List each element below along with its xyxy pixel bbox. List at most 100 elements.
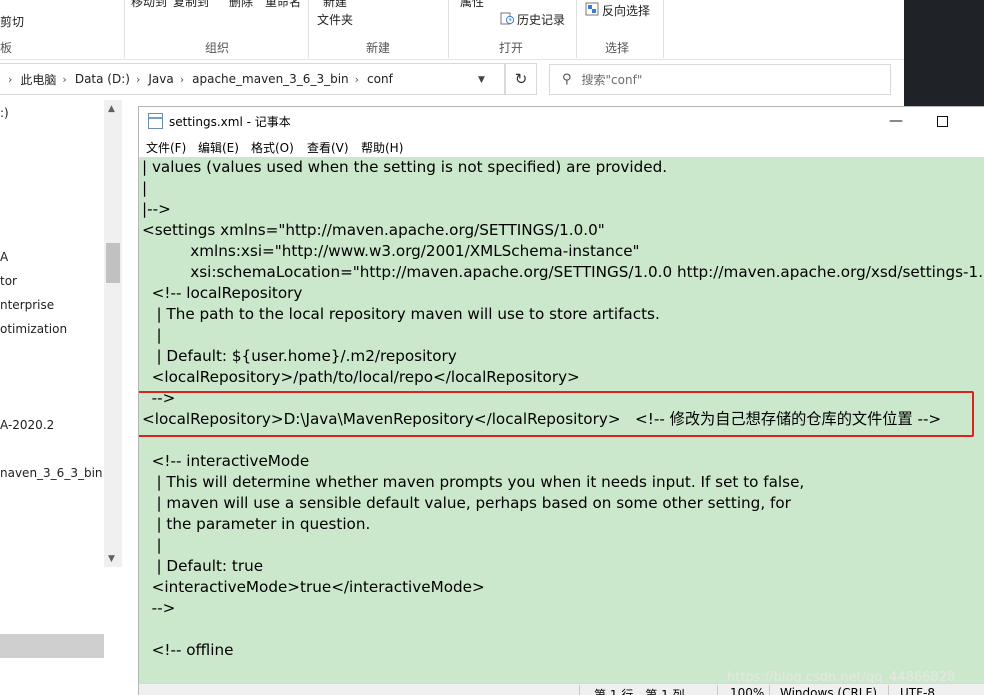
status-divider [769, 685, 770, 695]
search-icon: ⚲ [562, 72, 572, 87]
ribbon-divider [448, 0, 449, 58]
address-bar[interactable]: › 此电脑 › Data (D:) › Java › apache_maven_… [0, 63, 505, 95]
breadcrumb-data-drive[interactable]: Data (D:) [75, 72, 130, 86]
minimize-button[interactable]: — [873, 109, 919, 133]
refresh-icon: ↻ [514, 70, 528, 88]
nav-item[interactable]: otimization [0, 322, 67, 336]
editor-line: | [142, 179, 148, 197]
breadcrumb-java[interactable]: Java [148, 72, 173, 86]
move-to-button[interactable]: 移动到 [131, 0, 167, 10]
cut-button[interactable]: 剪切 [0, 13, 24, 30]
copy-to-button[interactable]: 复制到 [173, 0, 209, 10]
chevron-up-icon[interactable]: ▲ [108, 104, 115, 114]
nav-item[interactable]: A [0, 250, 8, 264]
menu-format[interactable]: 格式(O) [251, 139, 294, 156]
nav-item[interactable]: A-2020.2 [0, 418, 54, 432]
editor-line: |--> [142, 200, 171, 218]
editor-line: xmlns:xsi="http://www.w3.org/2001/XMLSch… [142, 242, 640, 260]
editor-line: <localRepository>/path/to/local/repo</lo… [142, 368, 580, 386]
rename-button[interactable]: 重命名 [265, 0, 301, 10]
text-editor[interactable]: | values (values used when the setting i… [139, 157, 984, 683]
menu-file[interactable]: 文件(F) [146, 139, 186, 156]
ribbon-divider [576, 0, 577, 58]
status-bar: 第 1 行，第 1 列 100% Windows (CRLF) UTF-8 [139, 683, 984, 695]
editor-line: --> [142, 599, 176, 617]
editor-line: | This will determine whether maven prom… [142, 473, 805, 491]
invert-selection-icon [585, 2, 599, 16]
menu-view[interactable]: 查看(V) [307, 139, 349, 156]
editor-line: | values (values used when the setting i… [142, 158, 668, 176]
status-divider [717, 685, 718, 695]
notepad-titlebar[interactable]: settings.xml - 记事本 — ✕ [139, 107, 984, 136]
editor-line: xsi:schemaLocation="http://maven.apache.… [142, 263, 984, 281]
select-group-label: 选择 [605, 41, 630, 55]
close-button[interactable]: ✕ [965, 109, 984, 133]
delete-button[interactable]: 删除 [229, 0, 253, 10]
editor-line: | The path to the local repository maven… [142, 305, 660, 323]
editor-line: <!-- offline [142, 641, 234, 659]
notepad-icon [148, 113, 163, 129]
new-folder-button-label[interactable]: 文件夹 [317, 11, 353, 28]
editor-line: | the parameter in question. [142, 515, 371, 533]
ribbon-divider [663, 0, 664, 58]
editor-line: <!-- localRepository [142, 284, 303, 302]
status-divider [579, 685, 580, 695]
desktop-background [904, 0, 984, 107]
nav-item[interactable]: nterprise [0, 298, 54, 312]
notepad-window: settings.xml - 记事本 — ✕ 文件(F) 编辑(E) 格式(O)… [138, 106, 984, 695]
highlight-annotation-box [139, 391, 974, 437]
open-group-label: 打开 [499, 41, 524, 55]
invert-selection-button[interactable]: 反向选择 [602, 2, 650, 19]
organize-group-label: 组织 [205, 41, 230, 55]
editor-line: <interactiveMode>true</interactiveMode> [142, 578, 485, 596]
minimize-icon: — [889, 113, 903, 129]
refresh-button[interactable]: ↻ [505, 63, 537, 95]
search-placeholder: 搜索"conf" [581, 73, 643, 87]
menu-help[interactable]: 帮助(H) [361, 139, 403, 156]
menu-edit[interactable]: 编辑(E) [198, 139, 239, 156]
chevron-right-icon: › [135, 72, 141, 86]
nav-scrollbar-thumb[interactable] [106, 243, 120, 283]
maximize-icon [936, 115, 948, 127]
cursor-position: 第 1 行，第 1 列 [594, 688, 685, 695]
history-icon [500, 12, 514, 25]
nav-item[interactable]: tor [0, 274, 17, 288]
chevron-right-icon: › [354, 72, 360, 86]
nav-item[interactable]: naven_3_6_3_bin [0, 466, 103, 480]
explorer-ribbon: 剪切 板 移动到 复制到 删除 重命名 组织 新建 文件夹 新建 属性 历史记录… [0, 0, 904, 60]
properties-button[interactable]: 属性 [460, 0, 484, 10]
maximize-button[interactable] [919, 109, 965, 133]
chevron-right-icon: › [8, 72, 13, 86]
editor-line: | Default: ${user.home}/.m2/repository [142, 347, 457, 365]
chevron-right-icon: › [62, 72, 67, 86]
ribbon-divider [308, 0, 309, 58]
new-group-label: 新建 [366, 41, 391, 55]
breadcrumb-this-pc[interactable]: 此电脑 [20, 71, 56, 88]
nav-item-selected[interactable] [0, 634, 104, 658]
editor-line: <settings xmlns="http://maven.apache.org… [142, 221, 605, 239]
breadcrumb-maven[interactable]: apache_maven_3_6_3_bin [192, 72, 349, 86]
chevron-down-icon[interactable]: ▼ [478, 75, 485, 85]
chevron-down-icon[interactable]: ▼ [108, 554, 115, 564]
clipboard-group-label: 板 [0, 41, 13, 55]
history-button[interactable]: 历史记录 [517, 11, 565, 28]
encoding: UTF-8 [900, 686, 935, 695]
watermark: https://blog.csdn.net/qq_44866828 [727, 670, 956, 683]
editor-line: <!-- interactiveMode [142, 452, 310, 470]
window-title: settings.xml - 记事本 [169, 115, 291, 129]
zoom-level: 100% [730, 686, 765, 695]
nav-item[interactable]: :) [0, 106, 9, 120]
address-bar-row: › 此电脑 › Data (D:) › Java › apache_maven_… [0, 62, 904, 100]
editor-line: | Default: true [142, 557, 264, 575]
nav-scrollbar[interactable] [104, 100, 122, 567]
new-folder-button[interactable]: 新建 [323, 0, 347, 10]
chevron-right-icon: › [179, 72, 185, 86]
breadcrumb-conf[interactable]: conf [367, 72, 393, 86]
editor-line: | maven will use a sensible default valu… [142, 494, 791, 512]
navigation-pane: :) A tor nterprise otimization A-2020.2 … [0, 100, 122, 695]
editor-line: | [142, 326, 162, 344]
notepad-menubar: 文件(F) 编辑(E) 格式(O) 查看(V) 帮助(H) [139, 136, 984, 157]
search-input[interactable]: ⚲ 搜索"conf" [549, 64, 891, 95]
status-divider [888, 685, 889, 695]
editor-line: | [142, 536, 162, 554]
